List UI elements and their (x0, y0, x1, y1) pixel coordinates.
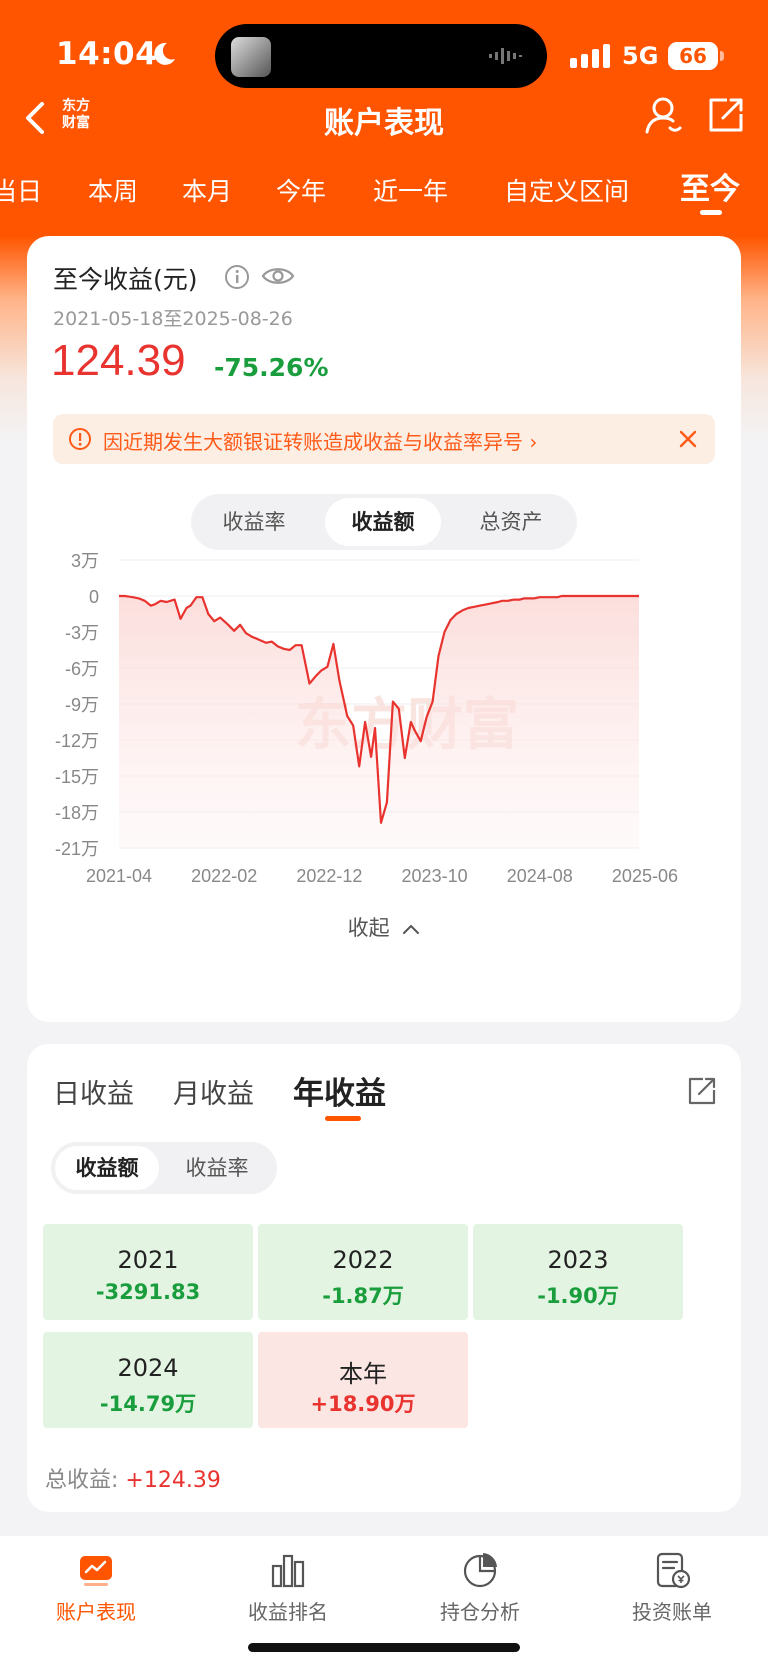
nav-label: 收益排名 (248, 1600, 328, 1624)
y-tick-label: -6万 (65, 659, 99, 679)
pie-chart-icon (463, 1553, 497, 1588)
notice-banner[interactable]: 因近期发生大额银证转账造成收益与收益率异号 › (53, 414, 715, 464)
close-icon[interactable] (677, 428, 699, 450)
total-returns: 总收益: +124.39 (45, 1462, 221, 1494)
collapse-label: 收起 (347, 916, 390, 940)
tab-last-year[interactable]: 近一年 (373, 172, 448, 208)
year-cell[interactable]: 2024 -14.79万 (43, 1332, 253, 1428)
tab-yearly-returns[interactable]: 年收益 (293, 1068, 386, 1113)
status-time: 14:04 (56, 36, 158, 72)
cell-year: 2024 (117, 1354, 179, 1382)
total-label: 总收益: (45, 1468, 119, 1493)
y-tick-label: -12万 (55, 731, 99, 751)
y-tick-label: 0 (89, 587, 99, 607)
segment-amount[interactable]: 收益额 (55, 1146, 159, 1190)
return-chart[interactable]: 3万 0 -3万 -6万 -9万 -12万 -15万 -18万 -21万 2021-04 2022-… (27, 536, 741, 936)
returns-segment-control: 收益额 收益率 (51, 1142, 277, 1194)
tab-this-week[interactable]: 本周 (88, 172, 138, 208)
x-tick-label: 2022-02 (191, 866, 257, 886)
share-icon[interactable] (707, 96, 745, 134)
collapse-button[interactable]: 收起 (27, 912, 741, 942)
tab-daily-returns[interactable]: 日收益 (53, 1072, 134, 1111)
cell-value: -14.79万 (99, 1392, 197, 1416)
cell-year: 2021 (117, 1246, 179, 1274)
x-tick-label: 2022-12 (296, 866, 362, 886)
y-tick-label: -9万 (65, 695, 99, 715)
y-tick-label: -18万 (55, 803, 99, 823)
segment-rate[interactable]: 收益率 (163, 1146, 271, 1190)
network-type: 5G (622, 42, 659, 70)
tab-custom-range[interactable]: 自定义区间 (504, 172, 629, 208)
nav-bar: 东方 财富 账户表现 (0, 88, 768, 148)
cell-value: +18.90万 (310, 1392, 416, 1416)
cell-value: -3291.83 (95, 1280, 201, 1304)
year-cell[interactable]: 2022 -1.87万 (258, 1224, 468, 1320)
period-tabs: 当日 本周 本月 今年 近一年 自定义区间 至今 (0, 160, 768, 220)
signal-icon (570, 44, 610, 68)
y-tick-label: -3万 (65, 623, 99, 643)
eye-icon[interactable] (261, 262, 295, 290)
summary-card: 至今收益(元) 2021-05-18至2025-08-26 124.39 -75… (27, 236, 741, 1022)
y-tick-label: -21万 (55, 839, 99, 859)
x-tick-label: 2021-04 (86, 866, 152, 886)
total-return-amount: 124.39 (51, 336, 186, 385)
warning-icon (69, 428, 91, 450)
x-tick-label: 2025-06 (612, 866, 678, 886)
nav-holding-analysis[interactable]: 持仓分析 (384, 1550, 576, 1625)
battery-icon: 66 (668, 42, 718, 70)
bill-icon (656, 1552, 691, 1589)
summary-title: 至今收益(元) (53, 265, 198, 294)
home-indicator (248, 1643, 520, 1652)
nav-account-performance[interactable]: 账户表现 (0, 1550, 192, 1625)
year-cell[interactable]: 本年 +18.90万 (258, 1332, 468, 1428)
cell-value: -1.90万 (537, 1284, 619, 1308)
cell-year: 本年 (339, 1360, 387, 1388)
returns-card: 日收益 月收益 年收益 收益额 收益率 2021 -3291.83 2022 -… (27, 1044, 741, 1512)
cell-value: -1.87万 (322, 1284, 404, 1308)
y-tick-label: -15万 (55, 767, 99, 787)
total-value: +124.39 (125, 1468, 221, 1493)
user-profile-icon[interactable] (642, 94, 684, 136)
chevron-up-icon (403, 924, 420, 934)
export-icon[interactable] (687, 1076, 717, 1106)
dynamic-island[interactable] (215, 24, 547, 88)
date-range: 2021-05-18至2025-08-26 (53, 308, 293, 330)
year-cell[interactable]: 2021 -3291.83 (43, 1224, 253, 1320)
total-return-rate: -75.26% (214, 353, 329, 382)
nav-label: 持仓分析 (440, 1600, 520, 1624)
x-tick-label: 2023-10 (402, 866, 468, 886)
nav-label: 账户表现 (56, 1600, 136, 1624)
battery-cap (720, 51, 724, 61)
tab-this-month[interactable]: 本月 (182, 172, 232, 208)
tab-since-inception[interactable]: 至今 (680, 164, 740, 208)
chart-trend-icon (80, 1556, 112, 1586)
tab-monthly-returns[interactable]: 月收益 (173, 1072, 254, 1111)
year-cell[interactable]: 2023 -1.90万 (473, 1224, 683, 1320)
audio-wave-icon (489, 48, 522, 64)
bar-chart-icon (271, 1554, 305, 1588)
y-tick-label: 3万 (71, 551, 99, 571)
x-tick-label: 2024-08 (507, 866, 573, 886)
nav-investment-bill[interactable]: 投资账单 (576, 1550, 768, 1625)
moon-icon (154, 42, 175, 65)
nav-label: 投资账单 (632, 1600, 712, 1624)
returns-tab-indicator (325, 1116, 361, 1121)
tab-today[interactable]: 当日 (0, 172, 42, 208)
tab-this-year[interactable]: 今年 (276, 172, 326, 208)
info-icon[interactable] (224, 264, 250, 290)
notice-text[interactable]: 因近期发生大额银证转账造成收益与收益率异号 › (103, 426, 537, 455)
active-tab-indicator (700, 210, 722, 215)
cell-year: 2023 (547, 1246, 609, 1274)
status-bar: 14:04 5G 66 (0, 0, 768, 100)
nav-return-ranking[interactable]: 收益排名 (192, 1550, 384, 1625)
cell-year: 2022 (332, 1246, 394, 1274)
island-avatar (231, 37, 271, 77)
